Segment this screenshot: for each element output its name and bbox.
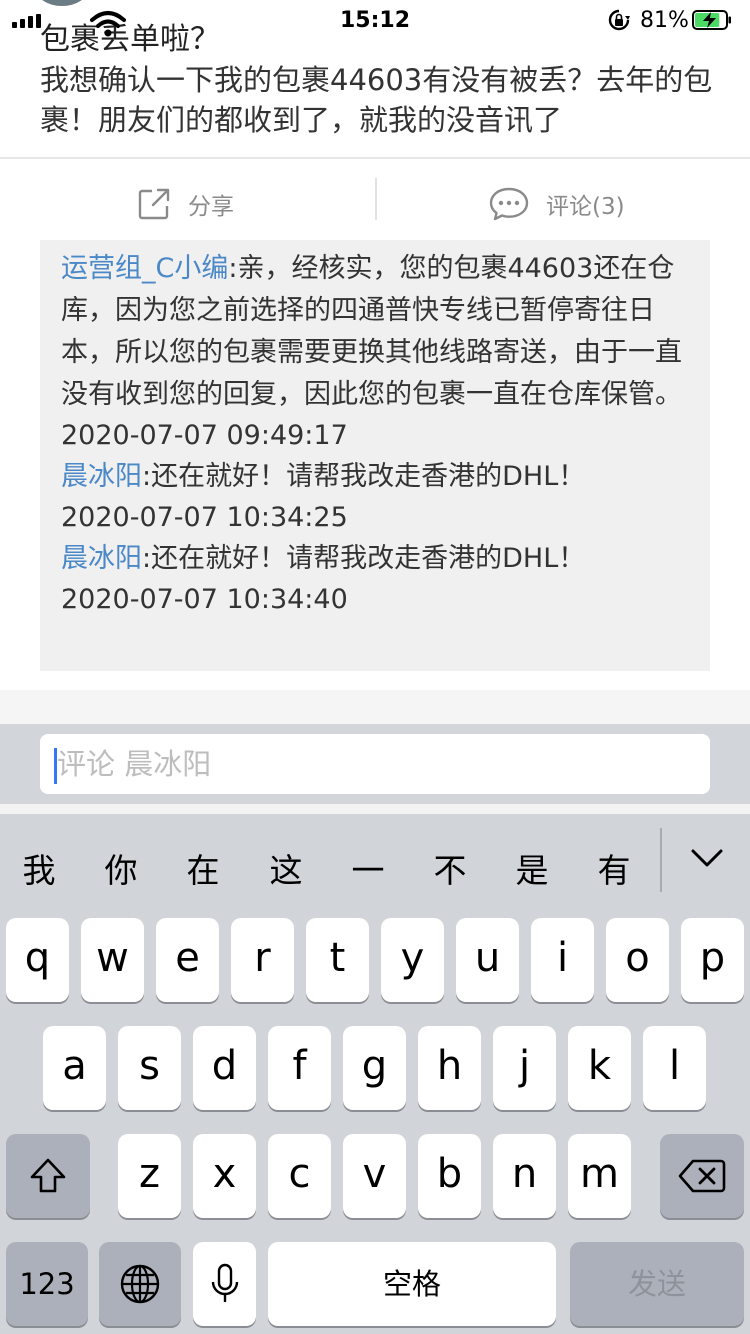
key-p[interactable]: p <box>681 918 744 1002</box>
delete-key[interactable] <box>660 1134 744 1218</box>
key-n[interactable]: n <box>493 1134 556 1218</box>
key-v[interactable]: v <box>343 1134 406 1218</box>
comment-author[interactable]: 运营组_C小编 <box>61 253 228 284</box>
comment-bubble-icon <box>489 187 529 221</box>
key-y[interactable]: y <box>381 918 444 1002</box>
key-f[interactable]: f <box>268 1026 331 1110</box>
comment-count-label: 评论(3) <box>546 194 625 220</box>
candidate-word[interactable]: 一 <box>343 844 393 892</box>
key-l[interactable]: l <box>643 1026 706 1110</box>
screen: 15:12 81% 包裹丢单啦？ 我想确认一下我的包裹44603有没有被丢？去年… <box>0 0 750 1334</box>
comment-time: 2020-07-07 10:34:40 <box>61 584 348 615</box>
key-j[interactable]: j <box>493 1026 556 1110</box>
key-o[interactable]: o <box>606 918 669 1002</box>
key-g[interactable]: g <box>343 1026 406 1110</box>
candidate-word[interactable]: 你 <box>96 844 146 892</box>
key-t[interactable]: t <box>306 918 369 1002</box>
divider <box>0 157 750 159</box>
battery-percent: 81% <box>640 8 689 33</box>
key-m[interactable]: m <box>568 1134 631 1218</box>
key-x[interactable]: x <box>193 1134 256 1218</box>
candidate-bar: 我 你 在 这 一 不 是 有 <box>0 814 750 918</box>
key-w[interactable]: w <box>81 918 144 1002</box>
comment-author[interactable]: 晨冰阳 <box>61 543 142 574</box>
key-e[interactable]: e <box>156 918 219 1002</box>
comment-input-bar: 评论 晨冰阳 <box>0 724 750 804</box>
battery-charging-icon <box>692 10 731 30</box>
comment-input[interactable]: 评论 晨冰阳 <box>40 734 710 794</box>
comment-text: 晨冰阳:还在就好！请帮我改走香港的DHL！ <box>61 456 690 498</box>
key-h[interactable]: h <box>418 1026 481 1110</box>
globe-key[interactable] <box>99 1242 181 1326</box>
candidate-word[interactable]: 我 <box>14 844 64 892</box>
comment-text: 运营组_C小编:亲，经核实，您的包裹44603还在仓库，因为您之前选择的四通普快… <box>61 248 690 416</box>
space-key[interactable]: 空格 <box>268 1242 556 1326</box>
divider <box>0 804 750 814</box>
candidate-word[interactable]: 是 <box>507 844 557 892</box>
orientation-lock-icon <box>608 9 630 31</box>
key-z[interactable]: z <box>118 1134 181 1218</box>
keyboard: 我 你 在 这 一 不 是 有 q w e r t y u i o p a s … <box>0 814 750 1334</box>
send-key[interactable]: 发送 <box>570 1242 744 1326</box>
key-s[interactable]: s <box>118 1026 181 1110</box>
key-q[interactable]: q <box>6 918 69 1002</box>
comment-body: :还在就好！请帮我改走香港的DHL！ <box>142 543 586 574</box>
dictation-key[interactable] <box>193 1242 256 1326</box>
numbers-key[interactable]: 123 <box>6 1242 88 1326</box>
key-b[interactable]: b <box>418 1134 481 1218</box>
key-c[interactable]: c <box>268 1134 331 1218</box>
share-label: 分享 <box>188 194 234 220</box>
shift-key[interactable] <box>6 1134 90 1218</box>
comment-button[interactable]: 评论(3) <box>488 178 625 230</box>
microphone-icon <box>211 1263 238 1302</box>
status-time: 15:12 <box>339 8 411 33</box>
key-r[interactable]: r <box>231 918 294 1002</box>
comments-panel: 运营组_C小编:亲，经核实，您的包裹44603还在仓库，因为您之前选择的四通普快… <box>40 240 710 671</box>
comment-body: :还在就好！请帮我改走香港的DHL！ <box>142 461 586 492</box>
divider <box>0 690 750 724</box>
comment-author[interactable]: 晨冰阳 <box>61 461 142 492</box>
key-a[interactable]: a <box>43 1026 106 1110</box>
key-u[interactable]: u <box>456 918 519 1002</box>
share-icon <box>138 188 170 220</box>
candidate-word[interactable]: 这 <box>261 844 311 892</box>
comment-time: 2020-07-07 10:34:25 <box>61 502 348 533</box>
share-button[interactable]: 分享 <box>136 178 234 230</box>
shift-arrow-icon <box>30 1158 66 1193</box>
candidate-word[interactable]: 不 <box>425 844 475 892</box>
backspace-icon <box>678 1159 726 1193</box>
comment-input-placeholder: 评论 晨冰阳 <box>57 747 212 781</box>
key-k[interactable]: k <box>568 1026 631 1110</box>
status-bar: 15:12 81% <box>0 0 750 40</box>
key-d[interactable]: d <box>193 1026 256 1110</box>
action-divider <box>375 178 377 220</box>
candidate-divider <box>660 828 662 892</box>
candidate-word[interactable]: 有 <box>589 844 639 892</box>
chevron-down-icon[interactable] <box>690 846 724 870</box>
candidate-word[interactable]: 在 <box>178 844 228 892</box>
globe-icon <box>120 1264 160 1304</box>
post-body: 我想确认一下我的包裹44603有没有被丢？去年的包裹！朋友们的都收到了，就我的没… <box>40 63 713 137</box>
comment-text: 晨冰阳:还在就好！请帮我改走香港的DHL！ <box>61 538 690 580</box>
key-i[interactable]: i <box>531 918 594 1002</box>
comment-time: 2020-07-07 09:49:17 <box>61 420 348 451</box>
